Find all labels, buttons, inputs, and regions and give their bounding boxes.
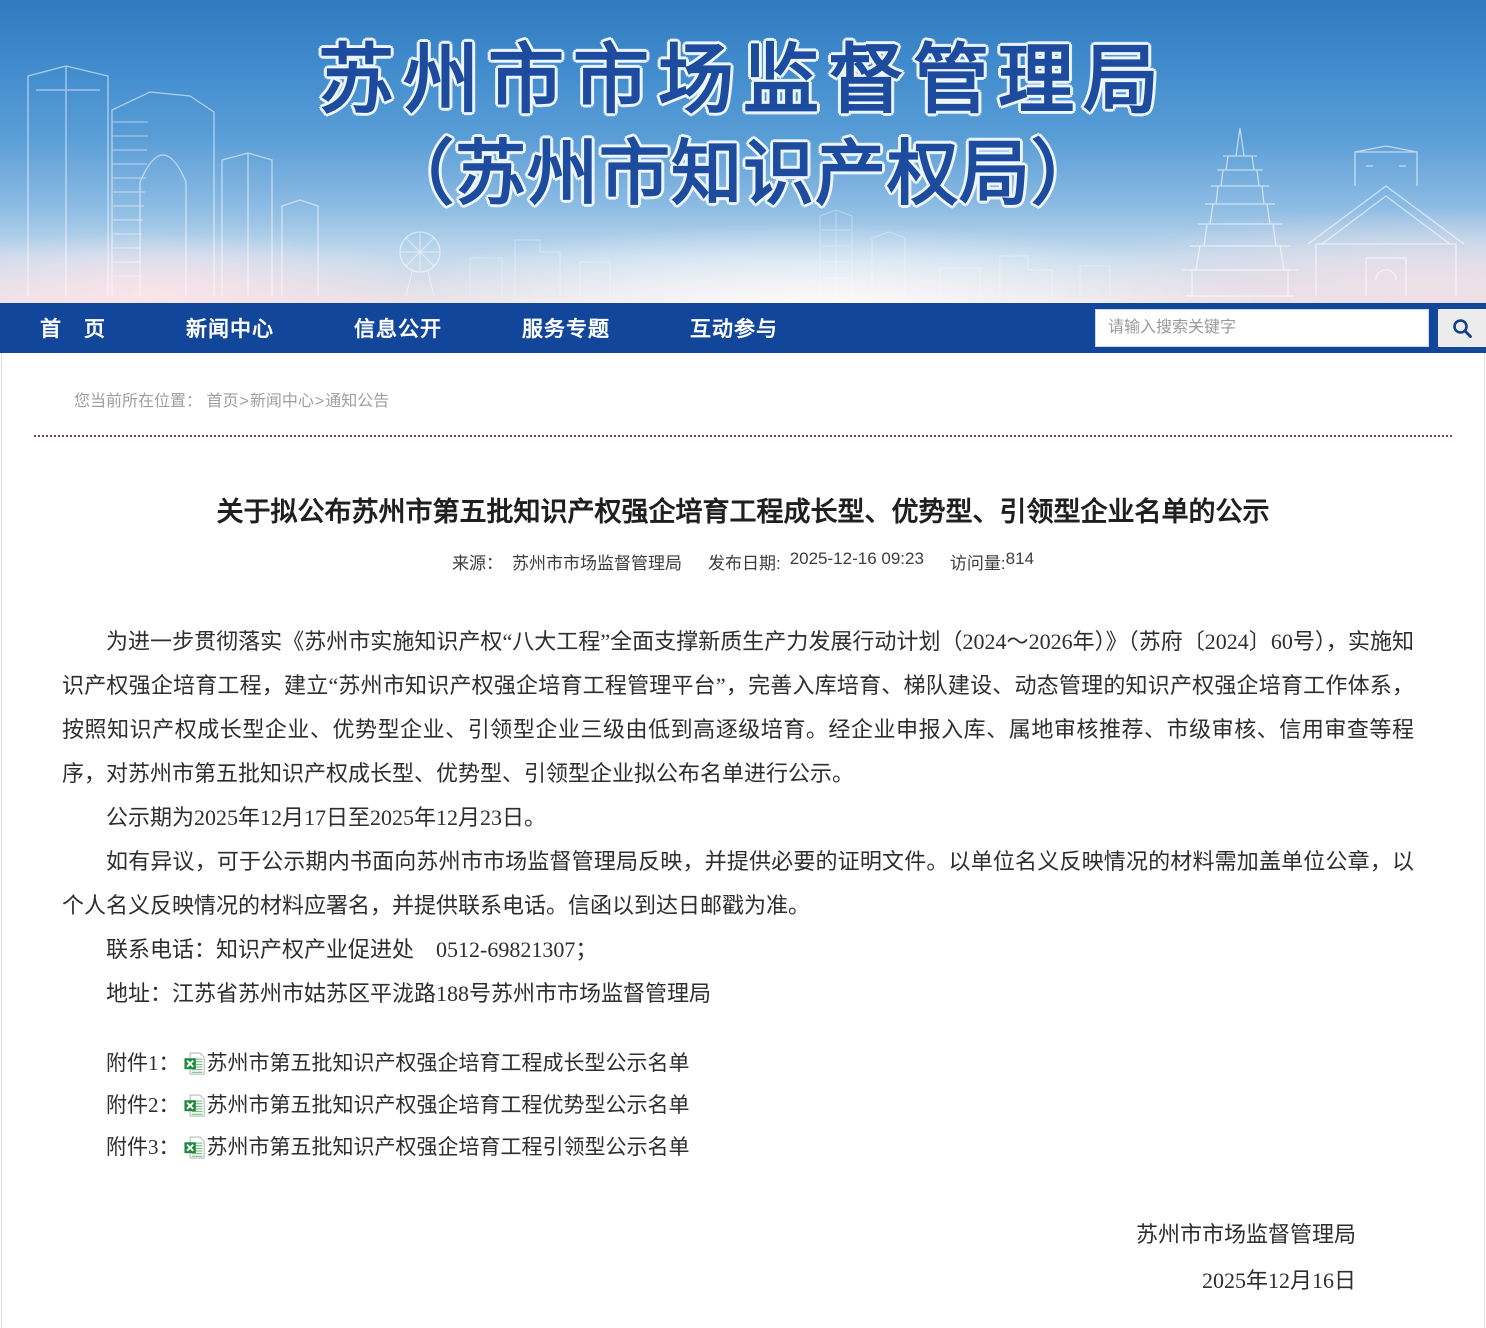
nav-item-home[interactable]: 首 页: [40, 313, 106, 343]
meta-source-value: 苏州市市场监督管理局: [512, 549, 682, 574]
paragraph-3: 如有异议，可于公示期内书面向苏州市市场监督管理局反映，并提供必要的证明文件。以单…: [62, 840, 1414, 928]
signature-block: 苏州市市场监督管理局 2025年12月16日: [62, 1212, 1356, 1304]
paragraph-2: 公示期为2025年12月17日至2025年12月23日。: [62, 796, 1414, 840]
paragraph-address: 地址：江苏省苏州市姑苏区平泷路188号苏州市市场监督管理局: [62, 972, 1414, 1016]
search-input[interactable]: [1095, 309, 1429, 347]
paragraph-contact: 联系电话：知识产权产业促进处 0512-69821307；: [62, 928, 1414, 972]
nav-item-news-center[interactable]: 新闻中心: [186, 313, 274, 343]
excel-file-icon: [184, 1052, 205, 1075]
paragraph-1: 为进一步贯彻落实《苏州市实施知识产权“八大工程”全面支撑新质生产力发展行动计划（…: [62, 620, 1414, 796]
excel-file-icon: [184, 1136, 205, 1159]
dotted-divider: [34, 435, 1452, 437]
site-title-line1: 苏州市市场监督管理局: [0, 34, 1486, 128]
attachment-link-leading-list[interactable]: 苏州市第五批知识产权强企培育工程引领型公示名单: [207, 1126, 690, 1168]
breadcrumb: 您当前所在位置： 首页>新闻中心>通知公告: [2, 353, 1484, 435]
search-button[interactable]: [1438, 309, 1486, 347]
breadcrumb-label: 您当前所在位置：: [74, 393, 202, 410]
search-icon: [1451, 317, 1473, 339]
meta-views-value: 814: [1006, 549, 1034, 574]
article-title: 关于拟公布苏州市第五批知识产权强企培育工程成长型、优势型、引领型企业名单的公示: [82, 493, 1404, 531]
nav-item-info-disclosure[interactable]: 信息公开: [354, 313, 442, 343]
meta-source-label: 来源：: [452, 549, 503, 574]
meta-date-value: 2025-12-16 09:23: [790, 549, 924, 574]
attachment-row: 附件2： 苏州市第五批知识产权强企培育工程优势型公示名单: [106, 1084, 1414, 1126]
attachments-list: 附件1： 苏州市第五批知识产权强企培育工程成长型公示名单 附件2：: [106, 1042, 1414, 1168]
attachment-label: 附件2：: [106, 1084, 180, 1126]
article-body: 为进一步贯彻落实《苏州市实施知识产权“八大工程”全面支撑新质生产力发展行动计划（…: [62, 620, 1414, 1304]
signature-date: 2025年12月16日: [62, 1258, 1356, 1304]
site-title-line2: （苏州市知识产权局）: [0, 128, 1486, 222]
attachment-label: 附件3：: [106, 1126, 180, 1168]
attachment-label: 附件1：: [106, 1042, 180, 1084]
attachment-row: 附件3： 苏州市第五批知识产权强企培育工程引领型公示名单: [106, 1126, 1414, 1168]
nav-item-interaction[interactable]: 互动参与: [690, 313, 778, 343]
attachment-link-growth-list[interactable]: 苏州市第五批知识产权强企培育工程成长型公示名单: [207, 1042, 690, 1084]
breadcrumb-link-notices[interactable]: 通知公告: [325, 393, 389, 410]
article-meta: 来源： 苏州市市场监督管理局 发布日期: 2025-12-16 09:23 访问…: [2, 549, 1484, 574]
meta-date-label: 发布日期:: [708, 549, 781, 574]
breadcrumb-link-news-center[interactable]: 新闻中心: [250, 393, 314, 410]
meta-views-label: 访问量:: [950, 549, 1006, 574]
attachment-row: 附件1： 苏州市第五批知识产权强企培育工程成长型公示名单: [106, 1042, 1414, 1084]
excel-file-icon: [184, 1094, 205, 1117]
breadcrumb-separator: >: [315, 393, 324, 410]
nav-item-service-topics[interactable]: 服务专题: [522, 313, 610, 343]
content-area: 您当前所在位置： 首页>新闻中心>通知公告 关于拟公布苏州市第五批知识产权强企培…: [1, 353, 1485, 1328]
breadcrumb-separator: >: [239, 393, 248, 410]
signature-org: 苏州市市场监督管理局: [62, 1212, 1356, 1258]
main-nav: 首 页 新闻中心 信息公开 服务专题 互动参与: [0, 303, 1486, 353]
site-banner: 苏州市市场监督管理局 （苏州市知识产权局）: [0, 0, 1486, 303]
search-bar: [1095, 303, 1486, 353]
breadcrumb-link-home[interactable]: 首页: [206, 393, 238, 410]
attachment-link-advantage-list[interactable]: 苏州市第五批知识产权强企培育工程优势型公示名单: [207, 1084, 690, 1126]
